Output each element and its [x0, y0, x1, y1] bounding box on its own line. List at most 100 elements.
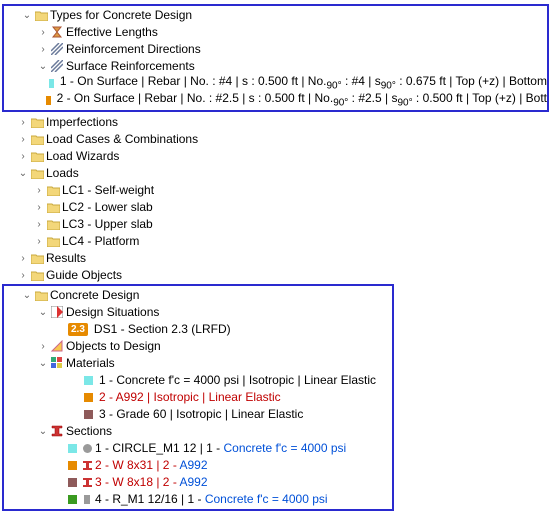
node-label: Load Wizards	[44, 148, 119, 165]
chevron-down-icon[interactable]: ⌄	[36, 423, 50, 440]
tree-node-lc1[interactable]: › LC1 - Self-weight	[0, 182, 551, 199]
chevron-down-icon[interactable]: ⌄	[16, 165, 30, 182]
chevron-right-icon[interactable]: ›	[16, 114, 30, 131]
chevron-right-icon[interactable]: ›	[36, 41, 50, 58]
chevron-right-icon[interactable]: ›	[36, 24, 50, 41]
folder-icon	[34, 7, 48, 24]
materials-icon	[50, 355, 64, 372]
node-label: 2 - On Surface | Rebar | No. : #2.5 | s …	[55, 90, 547, 111]
tree-node-lc2[interactable]: › LC2 - Lower slab	[0, 199, 551, 216]
folder-icon	[30, 131, 44, 148]
chevron-right-icon[interactable]: ›	[32, 233, 46, 250]
node-label: Reinforcement Directions	[64, 41, 201, 58]
ibeam-icon	[81, 457, 93, 474]
color-swatch	[68, 461, 77, 470]
chevron-down-icon[interactable]: ⌄	[20, 7, 34, 24]
tree-node-imperfections[interactable]: › Imperfections	[0, 114, 551, 131]
chevron-down-icon[interactable]: ⌄	[36, 58, 50, 75]
folder-icon	[30, 148, 44, 165]
tree-node-guide-objects[interactable]: › Guide Objects	[0, 267, 551, 284]
chevron-down-icon[interactable]: ⌄	[20, 287, 34, 304]
chevron-down-icon[interactable]: ⌄	[36, 304, 50, 321]
tree-node-load-wizards[interactable]: › Load Wizards	[0, 148, 551, 165]
tree-node-load-cases-combos[interactable]: › Load Cases & Combinations	[0, 131, 551, 148]
design-situations-icon	[50, 304, 64, 321]
node-label: Types for Concrete Design	[48, 7, 192, 24]
color-swatch	[68, 444, 77, 453]
highlight-box-2: ⌄ Concrete Design ⌄ Design Situations 2.…	[2, 284, 394, 511]
ibeam-icon	[50, 423, 64, 440]
tree-node-materials[interactable]: ⌄ Materials	[4, 355, 392, 372]
tree-node-sec4[interactable]: 4 - R_M1 12/16 | 1 - Concrete f'c = 4000…	[4, 491, 392, 508]
node-label: Guide Objects	[44, 267, 122, 284]
highlight-box-1: ⌄ Types for Concrete Design › Effective …	[2, 4, 549, 112]
color-swatch	[46, 96, 51, 105]
chevron-right-icon[interactable]: ›	[32, 182, 46, 199]
tree-node-sections[interactable]: ⌄ Sections	[4, 423, 392, 440]
tree-node-mat1[interactable]: 1 - Concrete f'c = 4000 psi | Isotropic …	[4, 372, 392, 389]
tree-node-sr2[interactable]: 2 - On Surface | Rebar | No. : #2.5 | s …	[4, 92, 547, 109]
tree-node-lc3[interactable]: › LC3 - Upper slab	[0, 216, 551, 233]
tree-node-sec2[interactable]: 2 - W 8x31 | 2 - A992	[4, 457, 392, 474]
chevron-right-icon[interactable]: ›	[16, 148, 30, 165]
color-swatch	[84, 393, 93, 402]
node-label: LC4 - Platform	[60, 233, 139, 250]
node-label: Effective Lengths	[64, 24, 158, 41]
folder-icon	[30, 165, 44, 182]
chevron-right-icon[interactable]: ›	[16, 267, 30, 284]
tree-node-loads[interactable]: ⌄ Loads	[0, 165, 551, 182]
tree-node-mat2[interactable]: 2 - A992 | Isotropic | Linear Elastic	[4, 389, 392, 406]
folder-icon	[34, 287, 48, 304]
tree-node-effective-lengths[interactable]: › Effective Lengths	[4, 24, 547, 41]
node-label: 1 - CIRCLE_M1 12 | 1 - Concrete f'c = 40…	[93, 440, 346, 457]
chevron-right-icon[interactable]: ›	[32, 199, 46, 216]
tree-node-ds1[interactable]: 2.3 DS1 - Section 2.3 (LRFD)	[4, 321, 392, 338]
folder-icon	[30, 250, 44, 267]
folder-icon	[46, 199, 60, 216]
chevron-right-icon[interactable]: ›	[32, 216, 46, 233]
tree-node-types-concrete[interactable]: ⌄ Types for Concrete Design	[4, 7, 547, 24]
node-label: 4 - R_M1 12/16 | 1 - Concrete f'c = 4000…	[93, 491, 328, 508]
chevron-right-icon[interactable]: ›	[36, 338, 50, 355]
node-label: Imperfections	[44, 114, 118, 131]
tree-node-design-situations[interactable]: ⌄ Design Situations	[4, 304, 392, 321]
folder-icon	[30, 114, 44, 131]
color-swatch	[49, 79, 54, 88]
folder-icon	[46, 182, 60, 199]
node-label: LC2 - Lower slab	[60, 199, 153, 216]
folder-icon	[30, 267, 44, 284]
color-swatch	[84, 410, 93, 419]
circle-section-icon	[81, 440, 93, 457]
node-label: 1 - Concrete f'c = 4000 psi | Isotropic …	[97, 372, 376, 389]
node-label: LC1 - Self-weight	[60, 182, 154, 199]
node-label: 2 - W 8x31 | 2 - A992	[93, 457, 208, 474]
chevron-right-icon[interactable]: ›	[16, 131, 30, 148]
node-label: 3 - W 8x18 | 2 - A992	[93, 474, 208, 491]
color-swatch	[84, 376, 93, 385]
tree-node-objects-to-design[interactable]: › Objects to Design	[4, 338, 392, 355]
tree-node-sec3[interactable]: 3 - W 8x18 | 2 - A992	[4, 474, 392, 491]
tree-node-mat3[interactable]: 3 - Grade 60 | Isotropic | Linear Elasti…	[4, 406, 392, 423]
node-label: 3 - Grade 60 | Isotropic | Linear Elasti…	[97, 406, 303, 423]
tree-node-reinforcement-directions[interactable]: › Reinforcement Directions	[4, 41, 547, 58]
tree-node-results[interactable]: › Results	[0, 250, 551, 267]
tree-node-concrete-design[interactable]: ⌄ Concrete Design	[4, 287, 392, 304]
hatch-icon	[50, 41, 64, 58]
node-label: Results	[44, 250, 86, 267]
folder-icon	[46, 233, 60, 250]
chevron-right-icon[interactable]: ›	[16, 250, 30, 267]
node-label: DS1 - Section 2.3 (LRFD)	[92, 321, 231, 338]
hourglass-icon	[50, 24, 64, 41]
ibeam-icon	[81, 474, 93, 491]
node-label: Design Situations	[64, 304, 159, 321]
tree-node-lc4[interactable]: › LC4 - Platform	[0, 233, 551, 250]
color-swatch	[68, 495, 77, 504]
node-label: LC3 - Upper slab	[60, 216, 153, 233]
rect-section-icon	[81, 491, 93, 508]
node-label: Concrete Design	[48, 287, 139, 304]
chevron-down-icon[interactable]: ⌄	[36, 355, 50, 372]
triangle-icon	[50, 338, 64, 355]
color-swatch	[68, 478, 77, 487]
node-label: Objects to Design	[64, 338, 161, 355]
tree-node-sec1[interactable]: 1 - CIRCLE_M1 12 | 1 - Concrete f'c = 40…	[4, 440, 392, 457]
